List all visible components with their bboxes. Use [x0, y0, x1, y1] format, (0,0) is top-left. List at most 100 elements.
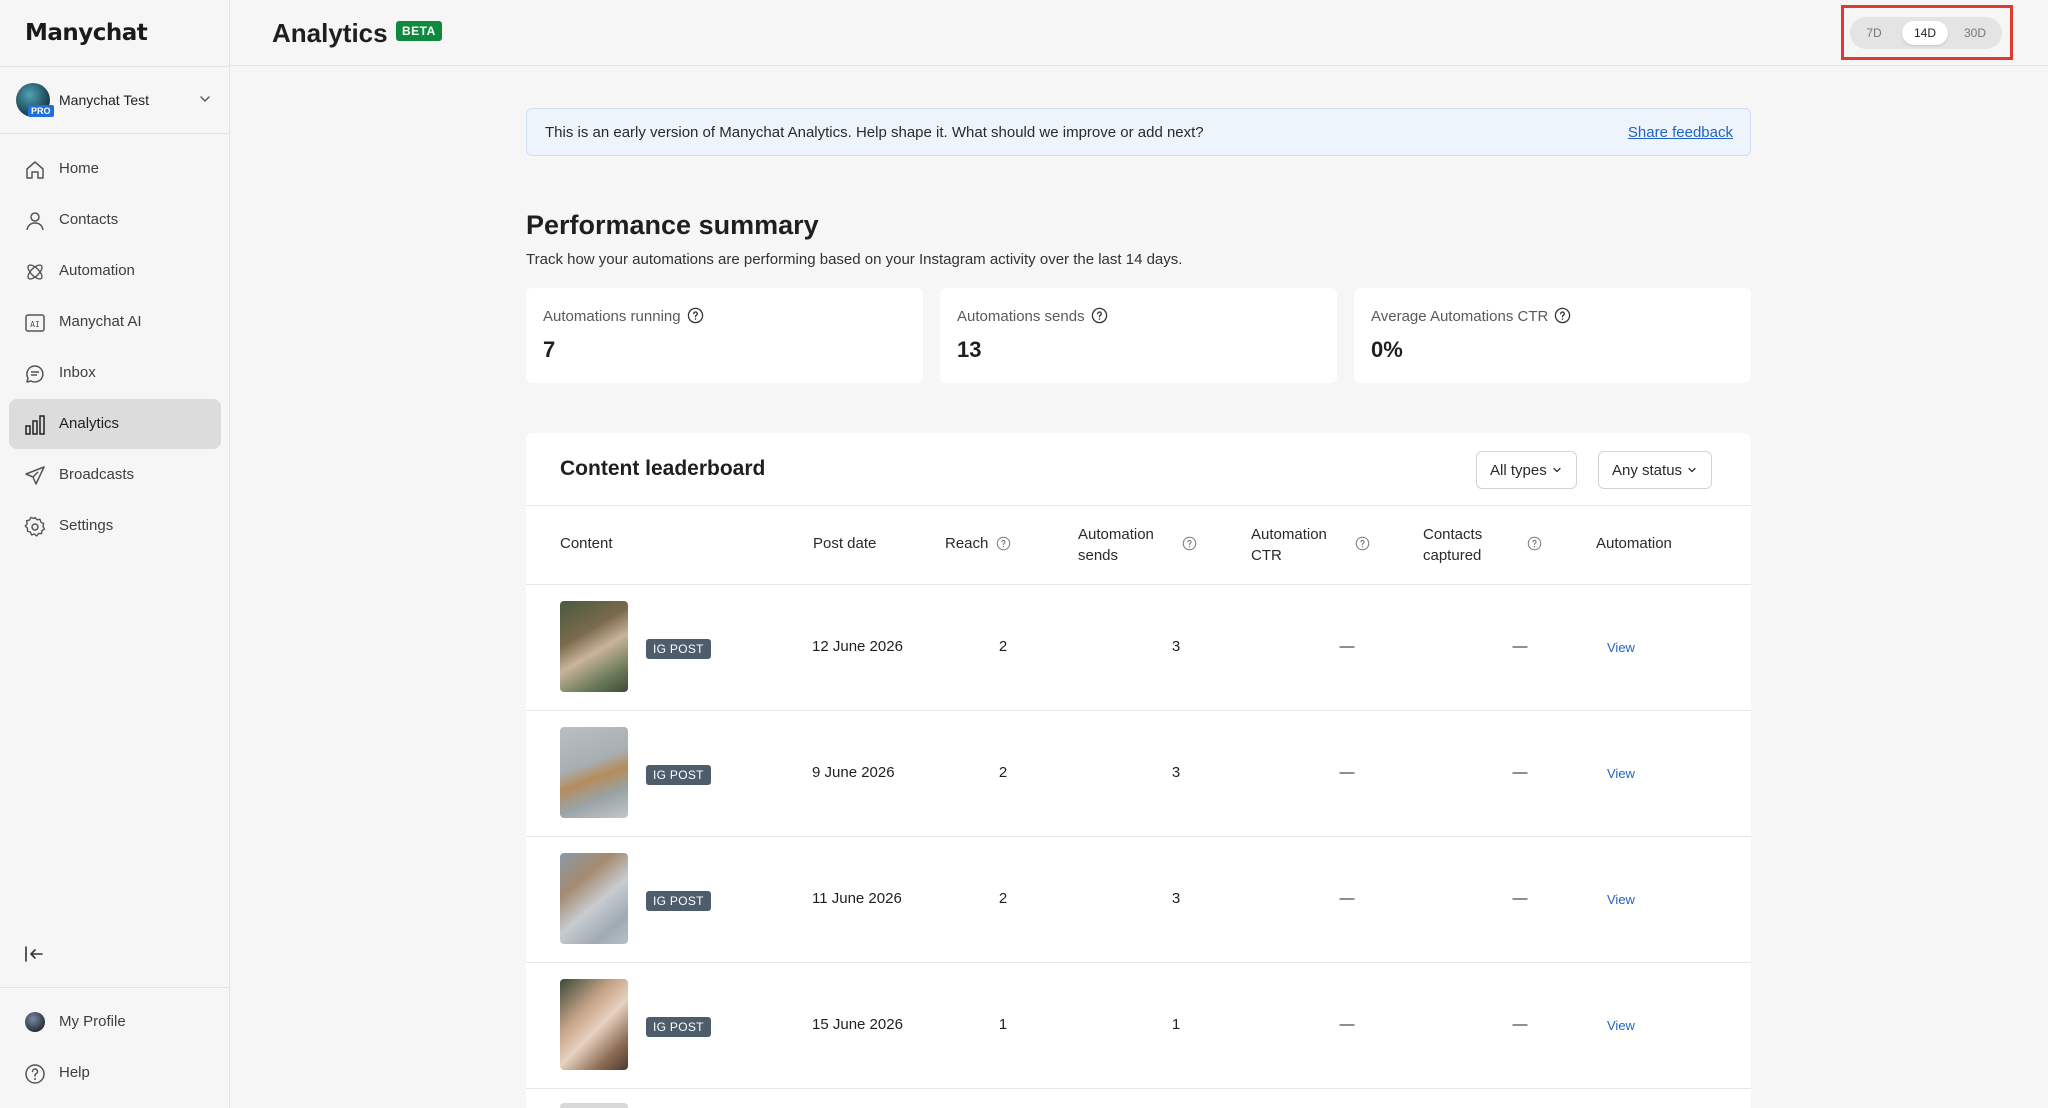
help-icon[interactable]	[1355, 536, 1370, 551]
view-link[interactable]: View	[1607, 892, 1635, 907]
chevron-down-icon	[1688, 467, 1696, 473]
post-thumbnail[interactable]	[560, 1103, 628, 1108]
table-row[interactable]: IG POST 15 June 2026 1 1 — — View	[526, 963, 1751, 1088]
chevron-down-icon	[1553, 467, 1561, 473]
post-thumbnail[interactable]	[560, 979, 628, 1070]
stat-value: 13	[957, 337, 982, 362]
help-icon	[25, 1064, 45, 1084]
share-feedback-link[interactable]: Share feedback	[1628, 124, 1733, 141]
banner-text: This is an early version of Manychat Ana…	[545, 124, 1204, 141]
view-link[interactable]: View	[1607, 1018, 1635, 1033]
view-link[interactable]: View	[1607, 640, 1635, 655]
sidebar-item-label: Analytics	[59, 415, 120, 432]
contacts-value: —	[1512, 764, 1528, 781]
post-date: 9 June 2026	[812, 764, 895, 781]
column-header-automation-sends[interactable]: Automation sends	[1078, 524, 1154, 566]
content-type-tag: IG POST	[646, 1017, 711, 1037]
sidebar-item-label: Home	[59, 160, 100, 177]
view-link[interactable]: View	[1607, 766, 1635, 781]
stat-value: 0%	[1371, 337, 1403, 362]
ai-icon: AI	[25, 314, 45, 332]
post-date: 12 June 2026	[812, 638, 903, 655]
chat-icon	[26, 365, 44, 383]
post-thumbnail[interactable]	[560, 727, 628, 818]
profile-avatar	[25, 1012, 45, 1032]
table-row[interactable]: IG POST 12 June 2026 2 3 — — View	[526, 585, 1751, 710]
person-icon	[26, 212, 44, 231]
collapse-sidebar-icon[interactable]	[22, 942, 46, 966]
content-type-tag: IG POST	[646, 891, 711, 911]
post-thumbnail[interactable]	[560, 853, 628, 944]
sidebar-item-automation[interactable]: Automation	[9, 246, 221, 296]
content-type-tag: IG POST	[646, 639, 711, 659]
type-filter-dropdown[interactable]: All types	[1476, 451, 1577, 489]
sidebar-item-label: Automation	[59, 262, 135, 279]
sidebar-item-analytics[interactable]: Analytics	[9, 399, 221, 449]
sidebar-item-label: Settings	[59, 517, 114, 534]
sidebar-item-label: Help	[59, 1064, 90, 1081]
post-date: 15 June 2026	[812, 1016, 903, 1033]
post-date: 11 June 2026	[812, 890, 902, 907]
account-switcher[interactable]: PRO Manychat Test	[16, 83, 216, 119]
sends-value: 1	[1171, 1016, 1181, 1033]
pro-badge: PRO	[28, 105, 54, 117]
sidebar-item-manychat-ai[interactable]: AI Manychat AI	[9, 297, 221, 347]
send-icon	[25, 466, 45, 485]
sidebar-item-contacts[interactable]: Contacts	[9, 195, 221, 245]
range-14d[interactable]: 14D	[1902, 21, 1948, 45]
post-thumbnail[interactable]	[560, 601, 628, 692]
help-icon[interactable]	[687, 307, 704, 324]
sidebar-item-my-profile[interactable]: My Profile	[9, 997, 221, 1047]
column-header-contacts-captured[interactable]: Contacts captured	[1423, 524, 1482, 566]
table-row[interactable]: IG POST 9 June 2026 2 3 — — View	[526, 711, 1751, 836]
manychat-logo[interactable]: Manychat	[25, 20, 148, 46]
beta-badge: BETA	[396, 21, 442, 41]
sidebar-item-help[interactable]: Help	[9, 1048, 221, 1098]
content-leaderboard: Content leaderboard All types Any status…	[526, 433, 1751, 1108]
divider	[0, 987, 230, 988]
sidebar-item-broadcasts[interactable]: Broadcasts	[9, 450, 221, 500]
gear-icon	[24, 516, 46, 537]
help-icon[interactable]	[996, 536, 1011, 551]
reach-value: 1	[998, 1016, 1008, 1033]
divider	[0, 66, 230, 67]
leaderboard-title: Content leaderboard	[560, 457, 766, 480]
account-name: Manychat Test	[59, 92, 150, 108]
sidebar-item-label: Manychat AI	[59, 313, 142, 330]
feedback-banner: This is an early version of Manychat Ana…	[526, 108, 1751, 156]
column-header-post-date[interactable]: Post date	[813, 533, 876, 554]
range-7d[interactable]: 7D	[1856, 21, 1892, 45]
page-header: Analytics BETA 7D 14D 30D	[230, 0, 2048, 66]
stat-card: Automations sends 13	[940, 288, 1337, 383]
sends-value: 3	[1171, 764, 1181, 781]
sidebar-item-home[interactable]: Home	[9, 144, 221, 194]
column-header-automation-ctr[interactable]: Automation CTR	[1251, 524, 1327, 566]
help-icon[interactable]	[1554, 307, 1571, 324]
divider	[0, 133, 230, 134]
stat-label: Automations running	[543, 307, 704, 325]
status-filter-dropdown[interactable]: Any status	[1598, 451, 1713, 489]
divider	[526, 505, 1751, 506]
contacts-value: —	[1512, 1016, 1528, 1033]
section-title: Performance summary	[526, 210, 819, 240]
range-30d[interactable]: 30D	[1954, 21, 1996, 45]
column-header-reach[interactable]: Reach	[945, 533, 988, 554]
reach-value: 2	[998, 638, 1008, 655]
sidebar-item-label: My Profile	[59, 1013, 126, 1030]
table-row[interactable]: IG POST 11 June 2026 2 3 — — View	[526, 837, 1751, 962]
stat-card: Automations running 7	[526, 288, 923, 383]
help-icon[interactable]	[1091, 307, 1108, 324]
sidebar-item-inbox[interactable]: Inbox	[9, 348, 221, 398]
column-header-content: Content	[560, 535, 613, 552]
help-icon[interactable]	[1527, 536, 1542, 551]
help-icon[interactable]	[1182, 536, 1197, 551]
reach-value: 2	[998, 764, 1008, 781]
home-icon	[26, 161, 44, 179]
content-type-tag: IG POST	[646, 765, 711, 785]
sidebar-item-label: Contacts	[59, 211, 119, 228]
date-range-toggle: 7D 14D 30D	[1850, 17, 2002, 49]
sends-value: 3	[1171, 638, 1181, 655]
stat-label: Automations sends	[957, 307, 1108, 325]
sidebar-item-settings[interactable]: Settings	[9, 501, 221, 551]
ctr-value: —	[1339, 890, 1355, 907]
